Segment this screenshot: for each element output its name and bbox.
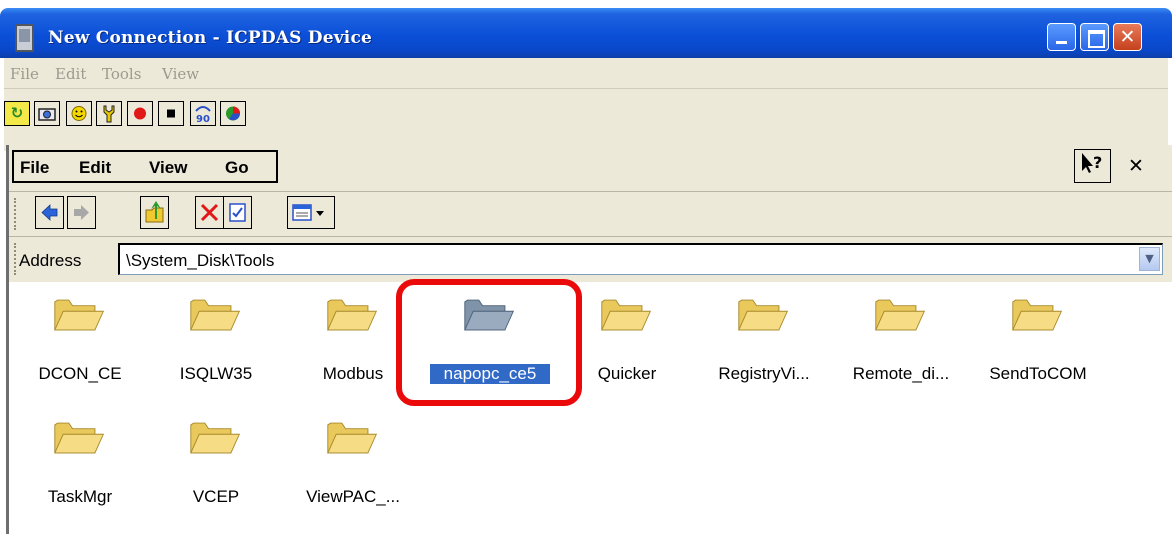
- folder-item[interactable]: ViewPAC_...: [293, 417, 413, 512]
- record-icon[interactable]: [127, 101, 153, 126]
- menu-file[interactable]: File: [20, 158, 49, 178]
- folder-item[interactable]: SendToCOM: [978, 294, 1098, 389]
- folder-icon: [54, 422, 105, 454]
- app-window: New Connection - ICPDAS Device ✕ File Ed…: [0, 0, 1172, 534]
- highlight-annotation: [396, 279, 582, 406]
- device-menu-group: File Edit View Go: [12, 150, 278, 183]
- menu-edit[interactable]: Edit: [79, 158, 111, 178]
- address-dropdown-button[interactable]: ▼: [1139, 247, 1160, 271]
- back-button[interactable]: [35, 196, 64, 229]
- chevron-down-icon: ▼: [1145, 252, 1154, 265]
- delete-icon: [200, 203, 219, 222]
- outer-menu-bar: File Edit Tools View: [4, 58, 1168, 89]
- help-pointer-button[interactable]: ?: [1074, 149, 1111, 183]
- chart-icon[interactable]: [220, 101, 246, 126]
- close-button[interactable]: ✕: [1113, 23, 1142, 51]
- outer-menu-file[interactable]: File: [10, 65, 39, 83]
- outer-menu-view[interactable]: View: [162, 65, 199, 83]
- menu-go[interactable]: Go: [225, 158, 249, 178]
- folder-icon: [54, 299, 105, 331]
- folder-label: ViewPAC_...: [306, 487, 400, 506]
- folder-icon: [190, 299, 241, 331]
- minimize-icon: [1056, 41, 1067, 44]
- folder-label: SendToCOM: [989, 364, 1087, 383]
- folder-icon: [327, 299, 378, 331]
- folder-item[interactable]: Quicker: [567, 294, 687, 389]
- toolbar-grip[interactable]: [14, 198, 21, 230]
- nav-toolbar: [9, 191, 1172, 237]
- folder-view: DCON_CE ISQLW35 Modbus napopc_ce5 Quicker Reg…: [9, 282, 1172, 534]
- address-input[interactable]: \System_Disk\Tools ▼: [118, 243, 1163, 275]
- folder-item[interactable]: Modbus: [293, 294, 413, 389]
- folder-label: DCON_CE: [38, 364, 122, 383]
- device-close-button[interactable]: ✕: [1117, 149, 1155, 183]
- properties-button[interactable]: [223, 196, 252, 229]
- maximize-button[interactable]: [1080, 23, 1109, 51]
- help-pointer-icon: ?: [1081, 153, 1102, 173]
- folder-icon: [190, 422, 241, 454]
- stop-icon[interactable]: [158, 101, 184, 126]
- close-icon: ✕: [1119, 26, 1136, 48]
- outer-menu-tools[interactable]: Tools: [102, 65, 141, 83]
- folder-icon: [875, 299, 926, 331]
- address-value[interactable]: \System_Disk\Tools: [126, 251, 274, 271]
- up-folder-icon: [145, 201, 164, 223]
- delete-button[interactable]: [195, 196, 224, 229]
- folder-icon: [738, 299, 789, 331]
- svg-text:90: 90: [196, 114, 210, 125]
- minimize-button[interactable]: [1047, 23, 1076, 51]
- back-arrow-icon: [41, 204, 58, 221]
- folder-label: Modbus: [322, 364, 384, 383]
- folder-item[interactable]: ISQLW35: [156, 294, 276, 389]
- folder-item[interactable]: DCON_CE: [20, 294, 140, 389]
- forward-arrow-icon: [74, 205, 89, 220]
- title-bar[interactable]: New Connection - ICPDAS Device ✕: [0, 8, 1172, 58]
- up-folder-button[interactable]: [140, 196, 169, 229]
- folder-item[interactable]: Remote_di...: [841, 294, 961, 389]
- folder-label: RegistryVi...: [718, 364, 810, 383]
- properties-icon: [229, 203, 246, 222]
- folder-label: VCEP: [192, 487, 240, 506]
- address-label: Address: [19, 251, 82, 270]
- svg-text:?: ?: [1093, 153, 1102, 172]
- outer-menu-edit[interactable]: Edit: [55, 65, 86, 83]
- address-bar: Address \System_Disk\Tools ▼: [9, 236, 1172, 283]
- folder-icon: [327, 422, 378, 454]
- views-button[interactable]: [287, 196, 335, 229]
- folder-icon: [601, 299, 652, 331]
- views-icon: [292, 204, 324, 221]
- folder-item[interactable]: TaskMgr: [20, 417, 140, 512]
- folder-icon: [1012, 299, 1063, 331]
- rotate-icon[interactable]: 90: [190, 101, 216, 126]
- device-menu-bar: File Edit View Go ? ✕: [9, 145, 1172, 191]
- folder-label: ISQLW35: [179, 364, 253, 383]
- folder-label: Quicker: [597, 364, 657, 383]
- device-icon: [15, 24, 34, 52]
- smiley-icon[interactable]: [66, 101, 92, 126]
- maximize-icon: [1088, 30, 1105, 48]
- window-title: New Connection - ICPDAS Device: [48, 28, 373, 48]
- menu-view[interactable]: View: [149, 158, 187, 178]
- folder-label: Remote_di...: [852, 364, 950, 383]
- outer-toolbar: ↻ 90: [4, 89, 1168, 151]
- capture-icon[interactable]: [34, 101, 60, 126]
- folder-item[interactable]: VCEP: [156, 417, 276, 512]
- folder-label: TaskMgr: [47, 487, 113, 506]
- folder-item[interactable]: RegistryVi...: [704, 294, 824, 389]
- settings-icon[interactable]: [96, 101, 122, 126]
- refresh-icon[interactable]: ↻: [4, 101, 30, 126]
- forward-button[interactable]: [67, 196, 96, 229]
